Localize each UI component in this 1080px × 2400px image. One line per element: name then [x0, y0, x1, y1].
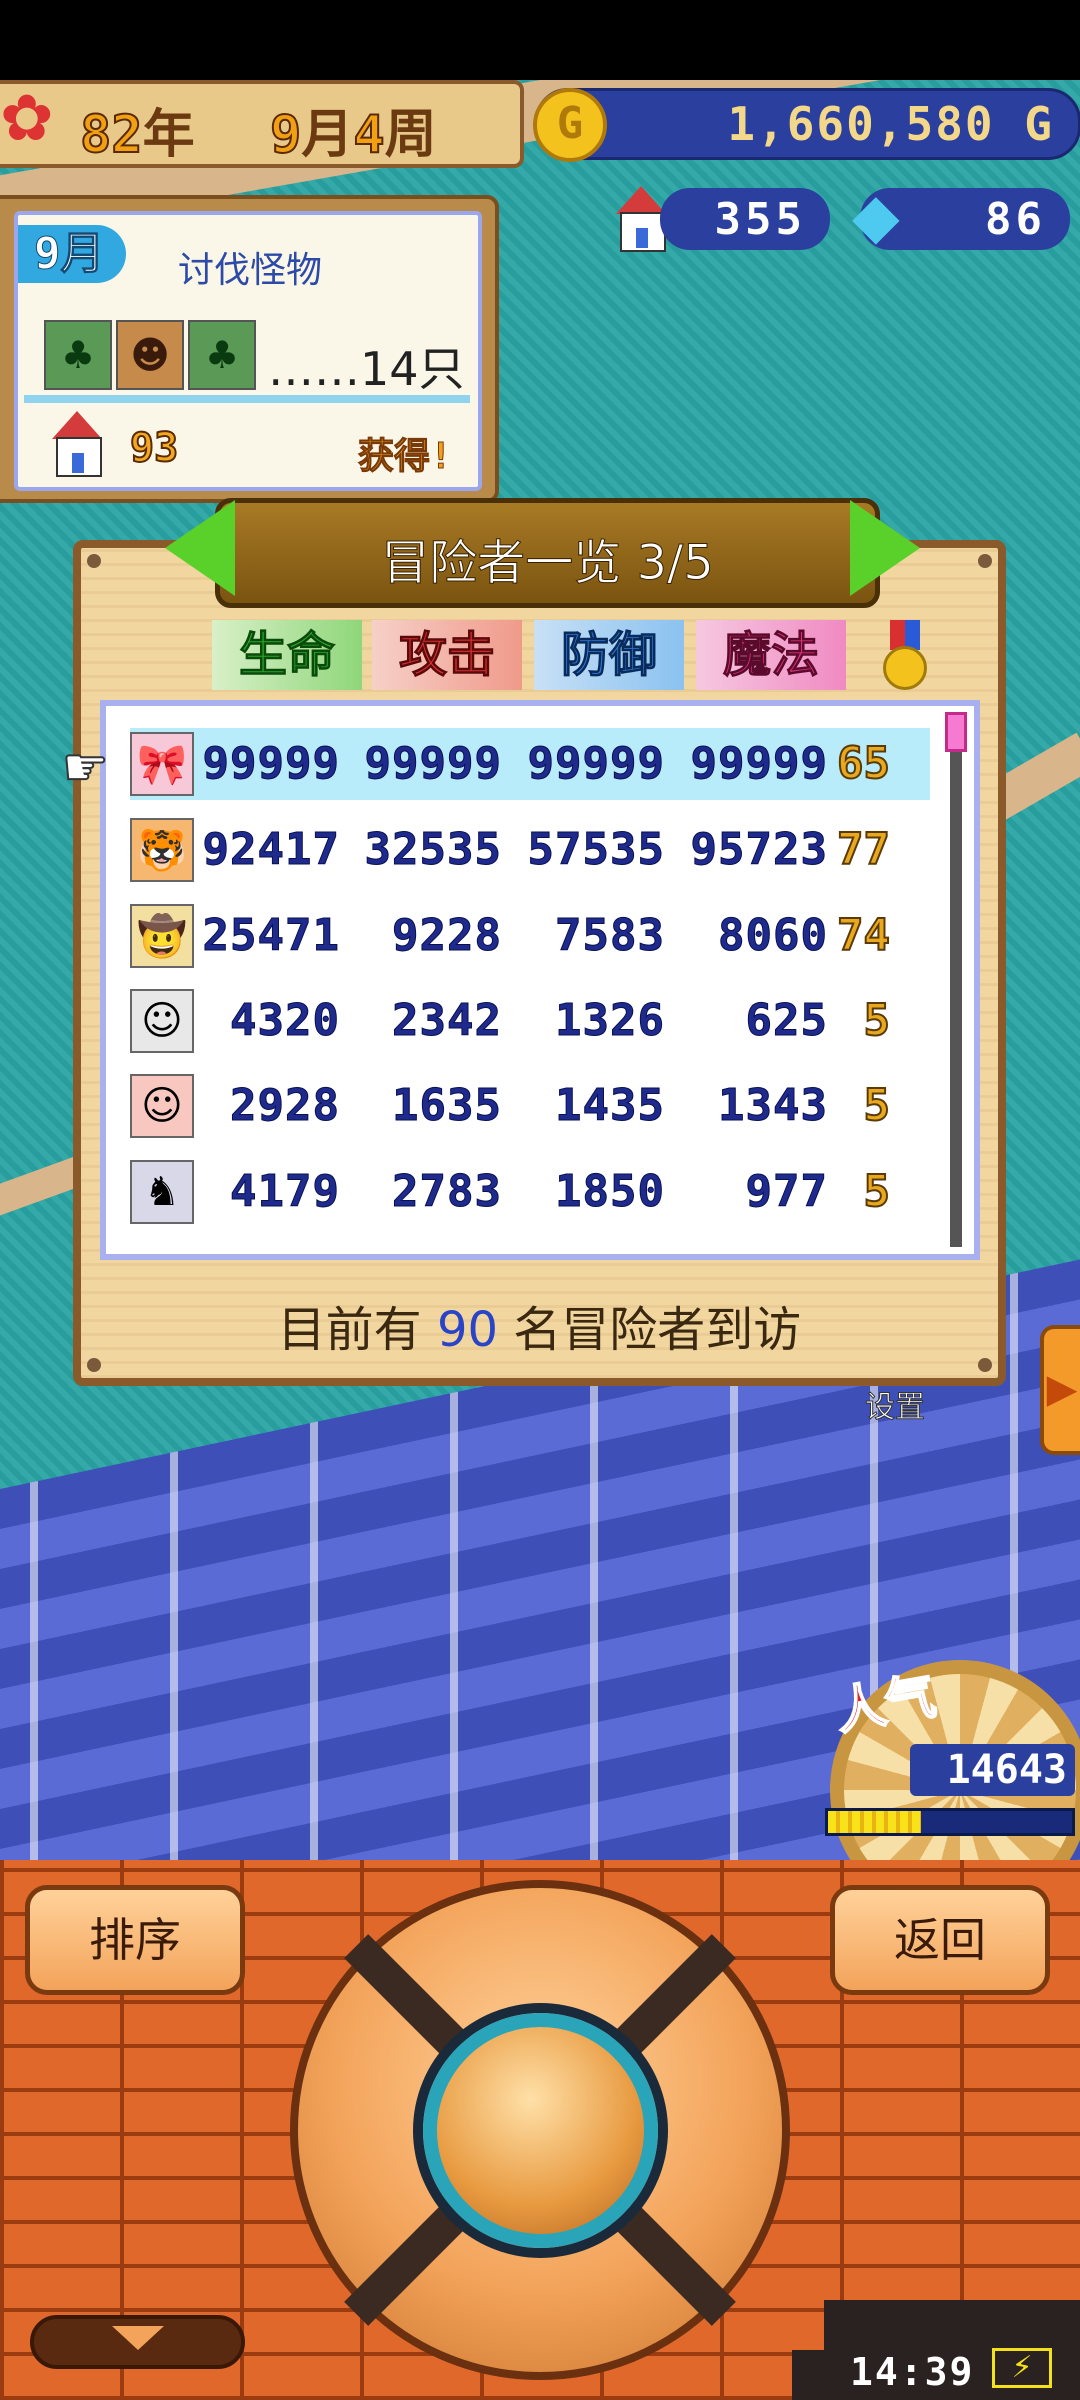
defense-value: 1435 [555, 1080, 665, 1132]
hp-value: 2928 [230, 1080, 340, 1132]
top-status-bar: ✿ 82年 9月4周 G 1,660,580 G [0, 80, 1080, 170]
quest-title: 讨伐怪物 [178, 250, 323, 291]
reward-label: 获得! [358, 436, 453, 478]
popularity-bar [825, 1808, 1075, 1836]
level-value: 5 [863, 994, 892, 1047]
clock: 14:39 [850, 2350, 975, 2394]
nail [87, 1358, 101, 1372]
plant-monster-icon: ♣ [188, 320, 256, 390]
adventurer-row[interactable]: 🎀 99999 99999 99999 99999 65 [130, 728, 930, 800]
adventurer-avatar: ☺ [130, 989, 194, 1053]
adventurer-avatar: ♞ [130, 1160, 194, 1224]
monthly-quest-panel[interactable]: 9月 讨伐怪物 ♣ ☻ ♣ ……14只 93 获得! [0, 195, 499, 503]
settings-label: 设置 [865, 1390, 926, 1426]
attack-value: 99999 [364, 738, 502, 790]
hp-value: 4179 [230, 1166, 340, 1218]
house-icon [48, 411, 106, 477]
defense-value: 1326 [555, 995, 665, 1047]
monster-portraits: ♣ ☻ ♣ [44, 320, 256, 390]
visitor-count-text: 目前有 90 名冒险者到访 [277, 1302, 802, 1358]
side-menu-tab[interactable]: ▶ [1040, 1325, 1080, 1455]
chevron-down-icon [112, 2326, 164, 2350]
panel-title-bar: 冒险者一览 3/5 [215, 498, 880, 608]
column-header-hp[interactable]: 生命 [212, 620, 362, 690]
plant-monster-icon: ♣ [44, 320, 112, 390]
nail [978, 1358, 992, 1372]
adventurer-row[interactable]: ☺ 4320 2342 1326 625 5 [130, 985, 930, 1057]
defense-value: 7583 [555, 910, 665, 962]
adventurer-row[interactable]: 🐯 92417 32535 57535 95723 77 [130, 814, 930, 886]
column-header-attack[interactable]: 攻击 [372, 620, 522, 690]
column-header-magic[interactable]: 魔法 [696, 620, 846, 690]
list-scrollbar[interactable] [950, 712, 962, 1247]
year: 82年 [79, 104, 195, 166]
panel-title: 冒险者一览 3/5 [381, 535, 715, 592]
level-value: 65 [836, 737, 891, 790]
level-value: 74 [836, 909, 891, 962]
house-count: 355 [660, 188, 830, 250]
directional-pad[interactable] [290, 1880, 790, 2380]
magic-value: 95723 [690, 824, 828, 876]
popularity-value: 14643 [910, 1744, 1075, 1796]
ape-monster-icon: ☻ [116, 320, 184, 390]
adventurer-avatar: 🐯 [130, 818, 194, 882]
pointing-hand-icon: ☛ [61, 738, 110, 798]
nail [978, 554, 992, 568]
attack-value: 32535 [364, 824, 502, 876]
divider [24, 395, 470, 403]
level-value: 77 [836, 823, 891, 876]
back-button[interactable]: 返回 [830, 1885, 1050, 1995]
magic-value: 1343 [718, 1080, 828, 1132]
level-value: 5 [863, 1165, 892, 1218]
scrollbar-thumb[interactable] [945, 712, 967, 752]
hp-value: 99999 [202, 738, 340, 790]
adventurer-avatar: 🎀 [130, 732, 194, 796]
popularity-gauge: 人气 14643 [800, 1660, 1080, 1920]
maple-leaf-icon: ✿ [0, 82, 54, 156]
sort-button[interactable]: 排序 [25, 1885, 245, 1995]
next-page-button[interactable] [850, 500, 930, 596]
level-medal-icon[interactable] [880, 620, 930, 690]
column-header-defense[interactable]: 防御 [534, 620, 684, 690]
dpad-center-button[interactable] [423, 2013, 658, 2248]
crystal-icon: ◆ [852, 179, 900, 252]
magic-value: 99999 [690, 738, 828, 790]
hp-value: 25471 [202, 910, 340, 962]
magic-value: 8060 [718, 910, 828, 962]
quest-count: ……14只 [268, 342, 465, 396]
defense-value: 57535 [527, 824, 665, 876]
prev-page-button[interactable] [160, 500, 240, 596]
nail [87, 554, 101, 568]
popularity-bar-fill [828, 1811, 921, 1833]
battery-icon: ⚡ [992, 2348, 1052, 2388]
hp-value: 92417 [202, 824, 340, 876]
attack-value: 2342 [392, 995, 502, 1047]
attack-value: 9228 [392, 910, 502, 962]
defense-value: 1850 [555, 1166, 665, 1218]
adventurer-avatar: 🤠 [130, 904, 194, 968]
hp-value: 4320 [230, 995, 340, 1047]
magic-value: 625 [745, 995, 828, 1047]
quest-month: 9月 [18, 225, 126, 283]
adventurer-row[interactable]: 🤠 25471 9228 7583 8060 74 [130, 900, 930, 972]
reward-amount: 93 [129, 424, 179, 472]
money-value: 1,660,580 G [727, 97, 1054, 151]
date-display: ✿ 82年 9月4周 [0, 80, 524, 168]
money-display: G 1,660,580 G [533, 88, 1080, 162]
quest-card: 9月 讨伐怪物 ♣ ☻ ♣ ……14只 93 获得! [14, 211, 482, 491]
gold-coin-icon: G [533, 88, 607, 162]
magic-value: 977 [745, 1166, 828, 1218]
visitor-count: 90 [436, 1302, 499, 1358]
adventurer-row[interactable]: ☺ 2928 1635 1435 1343 5 [130, 1070, 930, 1142]
attack-value: 1635 [392, 1080, 502, 1132]
defense-value: 99999 [527, 738, 665, 790]
month-week: 9月4周 [269, 104, 437, 166]
level-value: 5 [863, 1079, 892, 1132]
adventurer-avatar: ☺ [130, 1074, 194, 1138]
adventurer-row[interactable]: ♞ 4179 2783 1850 977 5 [130, 1156, 930, 1228]
attack-value: 2783 [392, 1166, 502, 1218]
